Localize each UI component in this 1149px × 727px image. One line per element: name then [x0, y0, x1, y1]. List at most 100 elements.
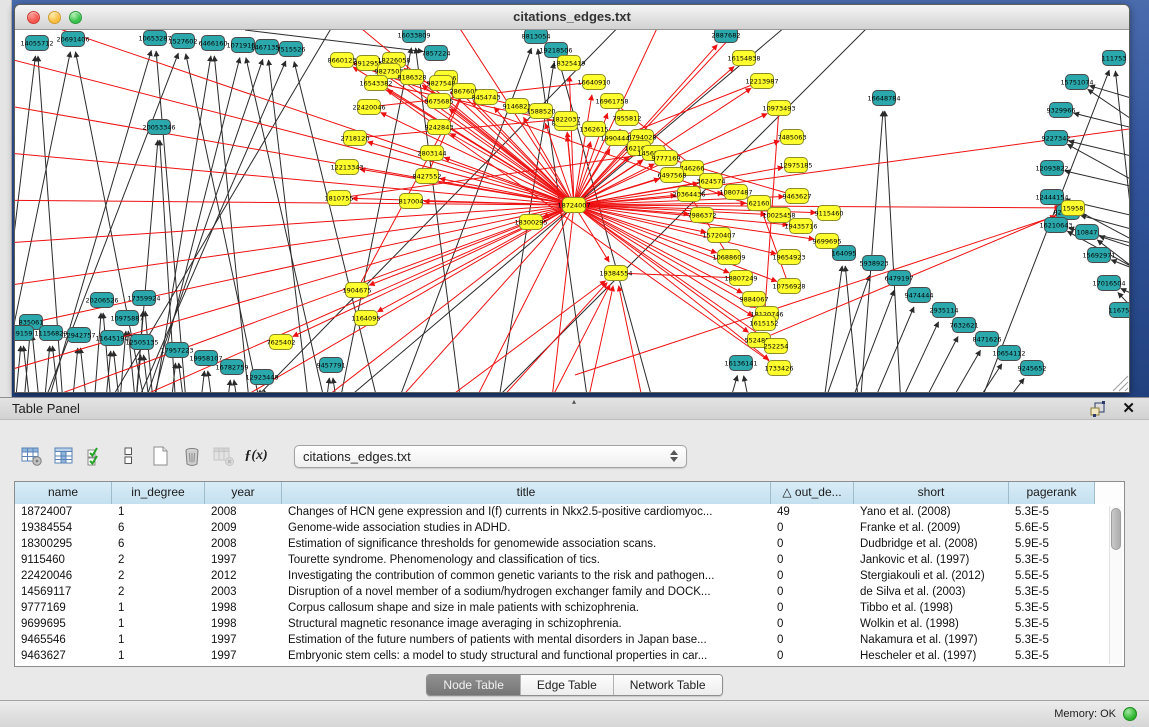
- graph-node[interactable]: 9457791: [317, 358, 346, 373]
- table-row[interactable]: 1830029562008Estimation of significance …: [15, 536, 1124, 552]
- graph-node[interactable]: 5938923: [860, 256, 889, 271]
- table-row[interactable]: 977716911998Corpus callosum shape and si…: [15, 600, 1124, 616]
- graph-node[interactable]: 1527602: [169, 34, 198, 49]
- graph-node[interactable]: 1164095: [352, 311, 381, 326]
- close-panel-icon[interactable]: ✕: [1122, 401, 1135, 416]
- network-canvas[interactable]: 1405571220691406 1065328715276026466160 10…: [15, 30, 1129, 392]
- graph-node[interactable]: 6479197: [885, 271, 914, 286]
- column-header-pagerank[interactable]: pagerank: [1009, 482, 1095, 504]
- graph-node[interactable]: 8427552: [413, 169, 442, 184]
- graph-node[interactable]: 20691406: [56, 32, 89, 47]
- graph-node[interactable]: 8186328: [398, 70, 427, 85]
- delete-columns-button[interactable]: [176, 442, 208, 470]
- graph-node[interactable]: 12505135: [125, 335, 158, 350]
- graph-node[interactable]: 10756928: [772, 279, 805, 294]
- graph-node[interactable]: 7632621: [950, 318, 979, 333]
- graph-node[interactable]: 9242843: [425, 120, 454, 135]
- create-column-button[interactable]: [144, 442, 176, 470]
- graph-node[interactable]: 10973493: [762, 101, 795, 116]
- graph-node[interactable]: 817004: [399, 194, 424, 209]
- graph-node[interactable]: 1615152: [750, 316, 779, 331]
- graph-node[interactable]: 8813054: [522, 30, 551, 44]
- graph-node[interactable]: 2935114: [930, 303, 959, 318]
- graph-node[interactable]: 8454743: [472, 90, 501, 105]
- show-columns-button[interactable]: [48, 442, 80, 470]
- window-resize-grip[interactable]: [1109, 372, 1129, 392]
- graph-node[interactable]: 8471626: [973, 332, 1002, 347]
- row-height-button[interactable]: [112, 442, 144, 470]
- graph-node[interactable]: 15958: [1062, 201, 1085, 216]
- graph-node[interactable]: 20364436: [672, 187, 705, 202]
- graph-node[interactable]: 1810755: [325, 191, 354, 206]
- graph-node[interactable]: 15720407: [702, 228, 735, 243]
- graph-node[interactable]: 10688609: [712, 250, 745, 265]
- graph-node[interactable]: 16154838: [727, 51, 760, 66]
- graph-node[interactable]: 6497568: [658, 168, 687, 183]
- table-row[interactable]: 1456911722003Disruption of a novel membe…: [15, 584, 1124, 600]
- tab-node-table[interactable]: Node Table: [427, 675, 521, 695]
- table-vertical-scrollbar[interactable]: [1109, 506, 1122, 664]
- graph-node[interactable]: 7485063: [778, 130, 807, 145]
- graph-node[interactable]: 12975185: [779, 158, 812, 173]
- graph-node[interactable]: 10653287: [138, 31, 171, 46]
- graph-node[interactable]: 7515526: [277, 42, 306, 57]
- graph-node[interactable]: 8660123: [328, 53, 357, 68]
- graph-node[interactable]: 252254: [764, 339, 789, 354]
- graph-node[interactable]: 1822037: [552, 112, 581, 127]
- float-panel-icon[interactable]: [1089, 401, 1106, 417]
- graph-node[interactable]: 16648784: [867, 91, 900, 106]
- graph-node[interactable]: 9777169: [652, 151, 681, 166]
- table-settings-button[interactable]: [16, 442, 48, 470]
- graph-node[interactable]: 9699695: [813, 234, 842, 249]
- table-row[interactable]: 1872400712008Changes of HCN gene express…: [15, 504, 1124, 520]
- graph-node[interactable]: 39159: [15, 326, 34, 341]
- graph-node[interactable]: 17359924: [127, 291, 160, 306]
- graph-node[interactable]: 9245652: [1018, 361, 1047, 376]
- graph-node[interactable]: 2887682: [712, 30, 741, 43]
- graph-node[interactable]: 9329966: [1047, 103, 1076, 118]
- column-header-name[interactable]: name: [15, 482, 112, 504]
- graph-node[interactable]: 7857224: [422, 46, 451, 61]
- graph-node[interactable]: 3624574: [697, 174, 726, 189]
- graph-node[interactable]: 10847: [1076, 225, 1099, 240]
- graph-node[interactable]: 7955812: [613, 111, 642, 126]
- graph-node[interactable]: 12213343: [330, 160, 363, 175]
- table-row[interactable]: 911546021997Tourette syndrome. Phenomeno…: [15, 552, 1124, 568]
- close-window-button[interactable]: [27, 11, 40, 24]
- graph-node[interactable]: 16136141: [724, 356, 757, 371]
- graph-node[interactable]: 9227342: [1042, 131, 1071, 146]
- graph-node[interactable]: 14055712: [20, 36, 53, 51]
- graph-node[interactable]: 2718120: [341, 131, 370, 146]
- graph-node[interactable]: 62160: [748, 196, 771, 211]
- graph-node[interactable]: 116753: [1109, 303, 1129, 318]
- zoom-window-button[interactable]: [69, 11, 82, 24]
- graph-node[interactable]: 16961758: [595, 94, 628, 109]
- table-row[interactable]: 946554611997Estimation of the future num…: [15, 632, 1124, 648]
- graph-node[interactable]: 15751074: [1060, 75, 1093, 90]
- graph-node[interactable]: 9675685: [425, 94, 454, 109]
- delete-table-button[interactable]: [208, 442, 240, 470]
- select-columns-button[interactable]: [80, 442, 112, 470]
- minimize-window-button[interactable]: [48, 11, 61, 24]
- column-header-short[interactable]: short: [854, 482, 1009, 504]
- graph-node[interactable]: 12923448: [245, 370, 278, 385]
- table-row[interactable]: 969969511998Structural magnetic resonanc…: [15, 616, 1124, 632]
- graph-node[interactable]: 9115460: [815, 206, 844, 221]
- graph-node[interactable]: 19654923: [772, 250, 805, 265]
- column-header-in_degree[interactable]: in_degree: [112, 482, 205, 504]
- graph-node[interactable]: 16640910: [577, 75, 610, 90]
- graph-node[interactable]: 6466160: [199, 36, 228, 51]
- graph-node[interactable]: 12093822: [1035, 161, 1068, 176]
- panel-splitter-grip[interactable]: ▴: [568, 398, 580, 405]
- column-header-title[interactable]: title: [282, 482, 771, 504]
- graph-node[interactable]: 10975887: [110, 311, 143, 326]
- graph-node[interactable]: 111753: [1102, 51, 1127, 66]
- network-selector[interactable]: citations_edges.txt: [294, 445, 687, 468]
- column-header-year[interactable]: year: [205, 482, 282, 504]
- graph-node[interactable]: 16033809: [397, 30, 430, 43]
- graph-node[interactable]: 2803144: [418, 146, 447, 161]
- tab-network-table[interactable]: Network Table: [614, 675, 722, 695]
- column-header-out_de[interactable]: △ out_de...: [771, 482, 854, 504]
- table-row[interactable]: 946362711997Embryonic stem cells: a mode…: [15, 648, 1124, 664]
- graph-node[interactable]: 7986372: [688, 208, 717, 223]
